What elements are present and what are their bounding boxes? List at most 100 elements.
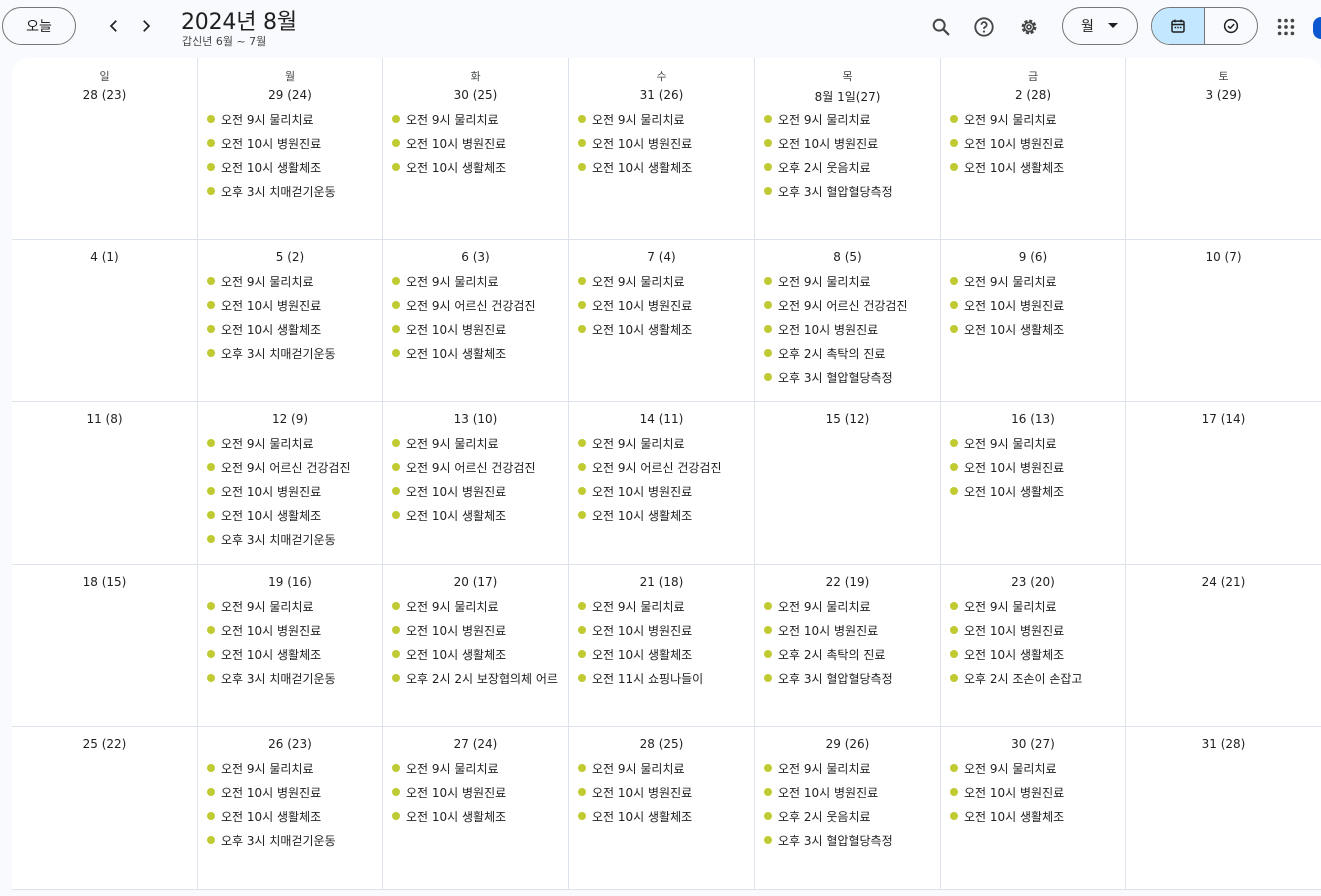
day-cell[interactable]: 14 (11) 오전 9시 물리치료 오전 9시 어르신 건강검진 오전 10시 병원… bbox=[569, 402, 755, 565]
event-chip[interactable]: 오전 9시 물리치료 bbox=[941, 431, 1125, 455]
day-number[interactable]: 27 (24) bbox=[383, 737, 568, 751]
event-chip[interactable]: 오전 10시 생활체조 bbox=[941, 155, 1125, 179]
day-number[interactable]: 24 (21) bbox=[1126, 575, 1321, 589]
day-number[interactable]: 31 (26) bbox=[569, 88, 754, 102]
account-avatar[interactable] bbox=[1313, 17, 1321, 39]
day-cell[interactable]: 일 28 (23) bbox=[12, 58, 198, 240]
event-chip[interactable]: 오전 10시 생활체조 bbox=[383, 642, 568, 666]
event-chip[interactable]: 오전 9시 물리치료 bbox=[198, 107, 382, 131]
day-number[interactable]: 30 (27) bbox=[941, 737, 1125, 751]
event-chip[interactable]: 오전 9시 물리치료 bbox=[569, 756, 754, 780]
event-chip[interactable]: 오후 3시 치매걷기운동 bbox=[198, 666, 382, 690]
event-chip[interactable]: 오전 9시 어르신 건강검진 bbox=[755, 293, 940, 317]
day-cell[interactable]: 25 (22) bbox=[12, 727, 198, 890]
day-cell[interactable]: 5 (2) 오전 9시 물리치료 오전 10시 병원진료 오전 10시 생활체조 오후 … bbox=[198, 240, 383, 402]
day-cell[interactable]: 화 30 (25) 오전 9시 물리치료 오전 10시 병원진료 오전 10시 생활체조 bbox=[383, 58, 569, 240]
day-number[interactable]: 11 (8) bbox=[12, 412, 197, 426]
event-chip[interactable]: 오후 2시 2시 보장협의체 어르 bbox=[383, 666, 568, 690]
event-chip[interactable]: 오전 10시 병원진료 bbox=[569, 479, 754, 503]
day-number[interactable]: 19 (16) bbox=[198, 575, 382, 589]
day-cell[interactable]: 29 (26) 오전 9시 물리치료 오전 10시 병원진료 오후 2시 웃음치료 오후… bbox=[755, 727, 941, 890]
event-chip[interactable]: 오전 9시 물리치료 bbox=[941, 594, 1125, 618]
day-number[interactable]: 28 (23) bbox=[12, 88, 197, 102]
event-chip[interactable]: 오전 10시 생활체조 bbox=[383, 503, 568, 527]
today-button[interactable]: 오늘 bbox=[2, 7, 76, 45]
event-chip[interactable]: 오전 9시 물리치료 bbox=[941, 107, 1125, 131]
event-chip[interactable]: 오전 10시 병원진료 bbox=[383, 618, 568, 642]
day-cell[interactable]: 10 (7) bbox=[1126, 240, 1321, 402]
day-number[interactable]: 8 (5) bbox=[755, 250, 940, 264]
event-chip[interactable]: 오전 10시 생활체조 bbox=[569, 642, 754, 666]
event-chip[interactable]: 오전 9시 어르신 건강검진 bbox=[383, 455, 568, 479]
day-number[interactable]: 21 (18) bbox=[569, 575, 754, 589]
day-cell[interactable]: 목 8월 1일(27) 오전 9시 물리치료 오전 10시 병원진료 오후 2시 웃음치… bbox=[755, 58, 941, 240]
event-chip[interactable]: 오후 2시 웃음치료 bbox=[755, 804, 940, 828]
event-chip[interactable]: 오전 9시 물리치료 bbox=[569, 594, 754, 618]
event-chip[interactable]: 오전 10시 병원진료 bbox=[383, 317, 568, 341]
event-chip[interactable]: 오전 9시 물리치료 bbox=[383, 269, 568, 293]
day-number[interactable]: 17 (14) bbox=[1126, 412, 1321, 426]
day-number[interactable]: 30 (25) bbox=[383, 88, 568, 102]
event-chip[interactable]: 오전 9시 물리치료 bbox=[198, 269, 382, 293]
day-cell[interactable]: 17 (14) bbox=[1126, 402, 1321, 565]
event-chip[interactable]: 오후 3시 치매걷기운동 bbox=[198, 527, 382, 551]
event-chip[interactable]: 오전 10시 병원진료 bbox=[755, 131, 940, 155]
day-cell[interactable]: 30 (27) 오전 9시 물리치료 오전 10시 병원진료 오전 10시 생활체조 bbox=[941, 727, 1126, 890]
prev-month-button[interactable] bbox=[101, 13, 127, 39]
day-number[interactable]: 15 (12) bbox=[755, 412, 940, 426]
event-chip[interactable]: 오후 3시 혈압혈당측정 bbox=[755, 828, 940, 852]
day-cell[interactable]: 28 (25) 오전 9시 물리치료 오전 10시 병원진료 오전 10시 생활체조 bbox=[569, 727, 755, 890]
event-chip[interactable]: 오전 10시 생활체조 bbox=[198, 804, 382, 828]
event-chip[interactable]: 오전 10시 병원진료 bbox=[941, 131, 1125, 155]
event-chip[interactable]: 오전 9시 물리치료 bbox=[569, 431, 754, 455]
event-chip[interactable]: 오전 10시 병원진료 bbox=[941, 780, 1125, 804]
day-cell[interactable]: 19 (16) 오전 9시 물리치료 오전 10시 병원진료 오전 10시 생활체조 오… bbox=[198, 565, 383, 727]
day-number[interactable]: 22 (19) bbox=[755, 575, 940, 589]
event-chip[interactable]: 오전 10시 생활체조 bbox=[941, 479, 1125, 503]
day-cell[interactable]: 31 (28) bbox=[1126, 727, 1321, 890]
event-chip[interactable]: 오전 11시 쇼핑나들이 bbox=[569, 666, 754, 690]
event-chip[interactable]: 오전 9시 물리치료 bbox=[755, 107, 940, 131]
event-chip[interactable]: 오전 10시 생활체조 bbox=[383, 155, 568, 179]
day-cell[interactable]: 9 (6) 오전 9시 물리치료 오전 10시 병원진료 오전 10시 생활체조 bbox=[941, 240, 1126, 402]
event-chip[interactable]: 오전 9시 물리치료 bbox=[383, 107, 568, 131]
event-chip[interactable]: 오전 10시 병원진료 bbox=[198, 479, 382, 503]
day-number[interactable]: 29 (26) bbox=[755, 737, 940, 751]
day-number[interactable]: 31 (28) bbox=[1126, 737, 1321, 751]
day-cell[interactable]: 11 (8) bbox=[12, 402, 198, 565]
event-chip[interactable]: 오전 10시 병원진료 bbox=[569, 131, 754, 155]
event-chip[interactable]: 오전 9시 물리치료 bbox=[941, 756, 1125, 780]
day-cell[interactable]: 7 (4) 오전 9시 물리치료 오전 10시 병원진료 오전 10시 생활체조 bbox=[569, 240, 755, 402]
day-number[interactable]: 7 (4) bbox=[569, 250, 754, 264]
day-cell[interactable]: 24 (21) bbox=[1126, 565, 1321, 727]
day-cell[interactable]: 토 3 (29) bbox=[1126, 58, 1321, 240]
day-cell[interactable]: 12 (9) 오전 9시 물리치료 오전 9시 어르신 건강검진 오전 10시 병원진… bbox=[198, 402, 383, 565]
day-number[interactable]: 6 (3) bbox=[383, 250, 568, 264]
day-number[interactable]: 29 (24) bbox=[198, 88, 382, 102]
day-number[interactable]: 28 (25) bbox=[569, 737, 754, 751]
day-number[interactable]: 10 (7) bbox=[1126, 250, 1321, 264]
day-cell[interactable]: 20 (17) 오전 9시 물리치료 오전 10시 병원진료 오전 10시 생활체조 오… bbox=[383, 565, 569, 727]
day-cell[interactable]: 수 31 (26) 오전 9시 물리치료 오전 10시 병원진료 오전 10시 생활체조 bbox=[569, 58, 755, 240]
day-number[interactable]: 8월 1일(27) bbox=[755, 88, 940, 105]
event-chip[interactable]: 오전 10시 병원진료 bbox=[198, 618, 382, 642]
event-chip[interactable]: 오전 10시 병원진료 bbox=[569, 780, 754, 804]
event-chip[interactable]: 오전 9시 물리치료 bbox=[198, 431, 382, 455]
event-chip[interactable]: 오전 10시 병원진료 bbox=[941, 293, 1125, 317]
event-chip[interactable]: 오전 10시 생활체조 bbox=[941, 642, 1125, 666]
day-cell[interactable]: 15 (12) bbox=[755, 402, 941, 565]
day-cell[interactable]: 18 (15) bbox=[12, 565, 198, 727]
day-cell[interactable]: 21 (18) 오전 9시 물리치료 오전 10시 병원진료 오전 10시 생활체조 오… bbox=[569, 565, 755, 727]
day-number[interactable]: 5 (2) bbox=[198, 250, 382, 264]
help-button[interactable] bbox=[967, 10, 1001, 44]
event-chip[interactable]: 오후 3시 혈압혈당측정 bbox=[755, 179, 940, 203]
event-chip[interactable]: 오전 10시 병원진료 bbox=[569, 618, 754, 642]
event-chip[interactable]: 오전 9시 물리치료 bbox=[941, 269, 1125, 293]
event-chip[interactable]: 오전 10시 생활체조 bbox=[569, 317, 754, 341]
day-number[interactable]: 3 (29) bbox=[1126, 88, 1321, 102]
day-number[interactable]: 18 (15) bbox=[12, 575, 197, 589]
event-chip[interactable]: 오전 10시 병원진료 bbox=[383, 780, 568, 804]
event-chip[interactable]: 오후 3시 혈압혈당측정 bbox=[755, 365, 940, 389]
event-chip[interactable]: 오전 10시 병원진료 bbox=[198, 131, 382, 155]
event-chip[interactable]: 오전 10시 생활체조 bbox=[198, 155, 382, 179]
